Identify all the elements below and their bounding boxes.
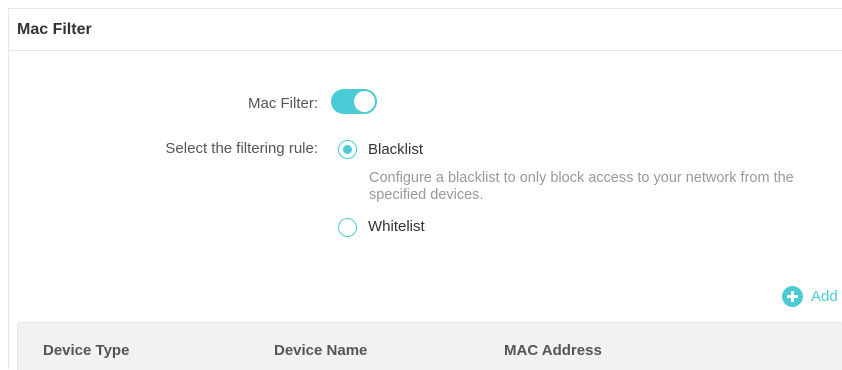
add-button[interactable]: Add [782, 285, 838, 307]
whitelist-radio[interactable] [338, 218, 357, 237]
column-header-device-name[interactable]: Device Name [274, 342, 367, 359]
toggle-knob [354, 91, 375, 112]
plus-circle-icon [782, 285, 803, 307]
radio-selected-dot [342, 144, 352, 154]
mac-filter-toggle[interactable] [331, 89, 377, 114]
blacklist-radio[interactable] [338, 140, 357, 159]
blacklist-description: Configure a blacklist to only block acce… [369, 170, 794, 203]
panel-title: Mac Filter [17, 21, 92, 38]
mac-filter-panel: Mac Filter Mac Filter: Select the filter… [8, 8, 842, 370]
whitelist-label[interactable]: Whitelist [368, 218, 425, 235]
column-header-mac-address[interactable]: MAC Address [504, 342, 602, 359]
column-header-device-type[interactable]: Device Type [43, 342, 129, 359]
mac-filter-label: Mac Filter: [247, 95, 318, 112]
filtering-rule-label: Select the filtering rule: [165, 140, 318, 157]
blacklist-label[interactable]: Blacklist [368, 141, 423, 158]
device-table-header: Device Type Device Name MAC Address [17, 322, 842, 370]
panel-header: Mac Filter [9, 9, 842, 51]
add-button-label: Add [811, 287, 838, 305]
